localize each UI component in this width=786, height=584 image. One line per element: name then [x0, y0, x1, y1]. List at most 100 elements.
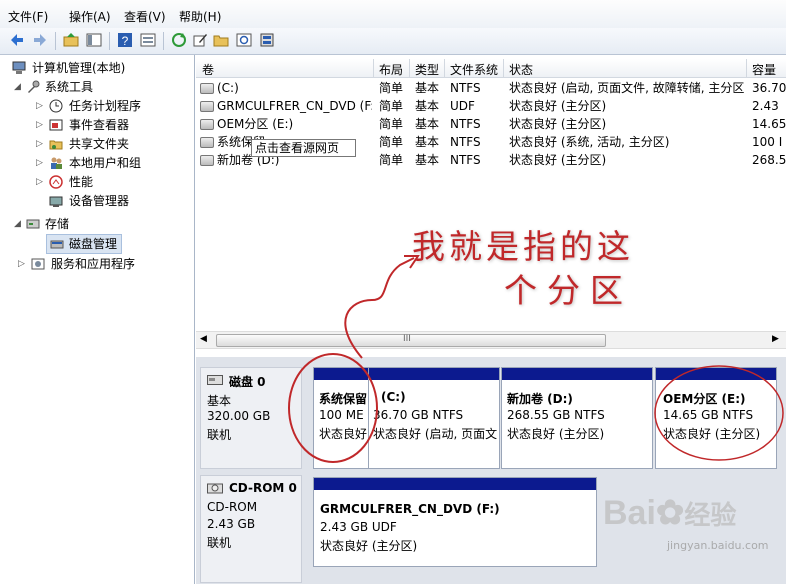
volume-icon — [200, 137, 214, 148]
scrollbar-thumb[interactable]: III — [216, 334, 606, 347]
tree-item-local-users[interactable]: ▷ 本地用户和组 — [36, 154, 192, 172]
partition-d[interactable]: 新加卷 (D:) 268.55 GB NTFS 状态良好 (主分区) — [501, 367, 653, 469]
tree-label: 计算机管理(本地) — [32, 61, 126, 75]
tree-label: 性能 — [69, 175, 94, 189]
menu-file[interactable]: 文件(F) — [8, 8, 48, 25]
disk0-name: 磁盘 0 — [229, 375, 266, 389]
search-disk-icon[interactable] — [235, 31, 253, 49]
table-row[interactable]: (C:) 简单 基本 NTFS 状态良好 (启动, 页面文件, 故障转储, 主分… — [196, 79, 786, 97]
column-header-volume[interactable]: 卷 — [202, 61, 214, 78]
menu-help[interactable]: 帮助(H) — [179, 8, 221, 25]
tree-item-disk-management[interactable]: 磁盘管理 — [46, 234, 122, 254]
cdrom0-state: 联机 — [207, 536, 232, 550]
tooltip: 点击查看源网页 — [251, 139, 356, 157]
navigation-tree: 计算机管理(本地) ◢ 系统工具 ▷ 任务计划程序 ▷ 事件查看器 ▷ 共享文件… — [0, 55, 195, 584]
partition-e-oem[interactable]: OEM分区 (E:) 14.65 GB NTFS 状态良好 (主分区) — [655, 367, 777, 469]
tree-item-root[interactable]: 计算机管理(本地) — [12, 59, 192, 77]
event-log-icon — [49, 119, 63, 131]
expand-arrow-icon[interactable]: ▷ — [18, 259, 28, 269]
column-header-type[interactable]: 类型 — [415, 61, 439, 78]
tree-item-device-manager[interactable]: 设备管理器 — [49, 192, 192, 210]
volume-icon — [200, 119, 214, 130]
tree-label: 共享文件夹 — [69, 137, 130, 151]
volume-list-header: 卷 布局 类型 文件系统 状态 容量 — [196, 59, 786, 78]
tree-label: 设备管理器 — [69, 194, 130, 208]
collapse-arrow-icon[interactable]: ◢ — [14, 219, 24, 229]
tree-item-storage[interactable]: ◢ 存储 — [14, 215, 192, 233]
tree-item-shared-folders[interactable]: ▷ 共享文件夹 — [36, 135, 192, 153]
disk-management-icon — [50, 240, 64, 249]
watermark-brand: Bai — [603, 494, 656, 532]
scroll-grip: III — [403, 334, 411, 344]
column-header-status[interactable]: 状态 — [509, 61, 533, 78]
paw-icon: ✿ — [655, 494, 685, 532]
storage-icon — [26, 219, 40, 229]
expand-arrow-icon[interactable]: ▷ — [36, 101, 46, 111]
edit-icon[interactable] — [191, 31, 209, 49]
up-folder-icon[interactable] — [62, 31, 80, 49]
disk-settings-icon[interactable] — [258, 31, 276, 49]
cdrom0-label[interactable]: CD-ROM 0 CD-ROM 2.43 GB 联机 — [200, 475, 302, 583]
disk0-size: 320.00 GB — [207, 409, 271, 423]
tree-item-services-apps[interactable]: ▷ 服务和应用程序 — [18, 255, 192, 273]
table-row[interactable]: GRMCULFRER_CN_DVD (F:) 简单 基本 UDF 状态良好 (主… — [196, 97, 786, 115]
annotation-line-2: 个分区 — [504, 271, 633, 310]
partition-f-dvd[interactable]: GRMCULFRER_CN_DVD (F:) 2.43 GB UDF 状态良好 … — [313, 477, 597, 567]
expand-arrow-icon[interactable]: ▷ — [36, 158, 46, 168]
tree-label: 任务计划程序 — [69, 99, 142, 113]
tree-label: 系统工具 — [45, 80, 94, 94]
handwritten-annotation: 我就是指的这 个分区 — [400, 220, 780, 310]
disk0-state: 联机 — [207, 428, 232, 442]
expand-arrow-icon[interactable]: ▷ — [36, 139, 46, 149]
volume-icon — [200, 101, 214, 112]
tree-item-performance[interactable]: ▷ 性能 — [36, 173, 192, 191]
svg-text:?: ? — [122, 34, 129, 48]
scroll-left-icon[interactable]: ◀ — [200, 334, 207, 344]
menu-action[interactable]: 操作(A) — [69, 8, 111, 25]
column-header-layout[interactable]: 布局 — [379, 61, 403, 78]
cd-drive-icon — [207, 483, 223, 494]
cdrom0-type: CD-ROM — [207, 500, 258, 514]
collapse-arrow-icon[interactable]: ◢ — [14, 82, 24, 92]
cdrom0-name: CD-ROM 0 — [229, 481, 297, 495]
watermark-brand-cn: 经验 — [684, 500, 737, 530]
partition-c[interactable]: (C:) 36.70 GB NTFS 状态良好 (启动, 页面文 — [368, 367, 500, 469]
tree-label: 事件查看器 — [69, 118, 130, 132]
back-arrow-icon[interactable] — [8, 31, 26, 49]
cdrom0-size: 2.43 GB — [207, 517, 256, 531]
device-manager-icon — [49, 196, 63, 207]
services-icon — [31, 258, 45, 270]
computer-icon — [12, 61, 26, 74]
help-icon[interactable]: ? — [116, 31, 134, 49]
users-icon — [51, 157, 62, 169]
tree-item-event-viewer[interactable]: ▷ 事件查看器 — [36, 116, 192, 134]
shared-folder-icon — [49, 140, 63, 150]
expand-arrow-icon[interactable]: ▷ — [36, 120, 46, 130]
tree-label: 存储 — [45, 217, 70, 231]
refresh-icon[interactable] — [170, 31, 188, 49]
disk0-label[interactable]: 磁盘 0 基本 320.00 GB 联机 — [200, 367, 302, 469]
column-header-filesystem[interactable]: 文件系统 — [450, 61, 498, 78]
scroll-right-icon[interactable]: ▶ — [772, 334, 779, 344]
tree-label: 本地用户和组 — [69, 156, 142, 170]
clock-icon — [49, 99, 63, 113]
partition-system-reserved[interactable]: 系统保留 100 ME 状态良好 — [313, 367, 370, 469]
properties-icon[interactable] — [139, 31, 157, 49]
forward-arrow-icon[interactable] — [31, 31, 49, 49]
tree-item-task-scheduler[interactable]: ▷ 任务计划程序 — [36, 97, 192, 115]
tree-item-system-tools[interactable]: ◢ 系统工具 — [14, 78, 192, 96]
horizontal-scrollbar[interactable]: ◀ III ▶ — [196, 331, 786, 349]
open-folder-icon[interactable] — [212, 31, 230, 49]
toolbar: ? — [0, 28, 786, 55]
volume-icon — [200, 155, 214, 166]
tools-icon — [28, 80, 40, 93]
tree-label: 磁盘管理 — [69, 237, 118, 251]
show-hide-tree-icon[interactable] — [85, 31, 103, 49]
baidu-watermark: Bai✿经验 jingyan.baidu.com — [603, 493, 783, 581]
menu-bar: 文件(F) 操作(A) 查看(V) 帮助(H) — [0, 0, 786, 29]
column-header-capacity[interactable]: 容量 — [752, 61, 776, 78]
table-row[interactable]: OEM分区 (E:) 简单 基本 NTFS 状态良好 (主分区) 14.65 — [196, 115, 786, 133]
disk0-type: 基本 — [207, 394, 232, 408]
menu-view[interactable]: 查看(V) — [124, 8, 166, 25]
expand-arrow-icon[interactable]: ▷ — [36, 177, 46, 187]
